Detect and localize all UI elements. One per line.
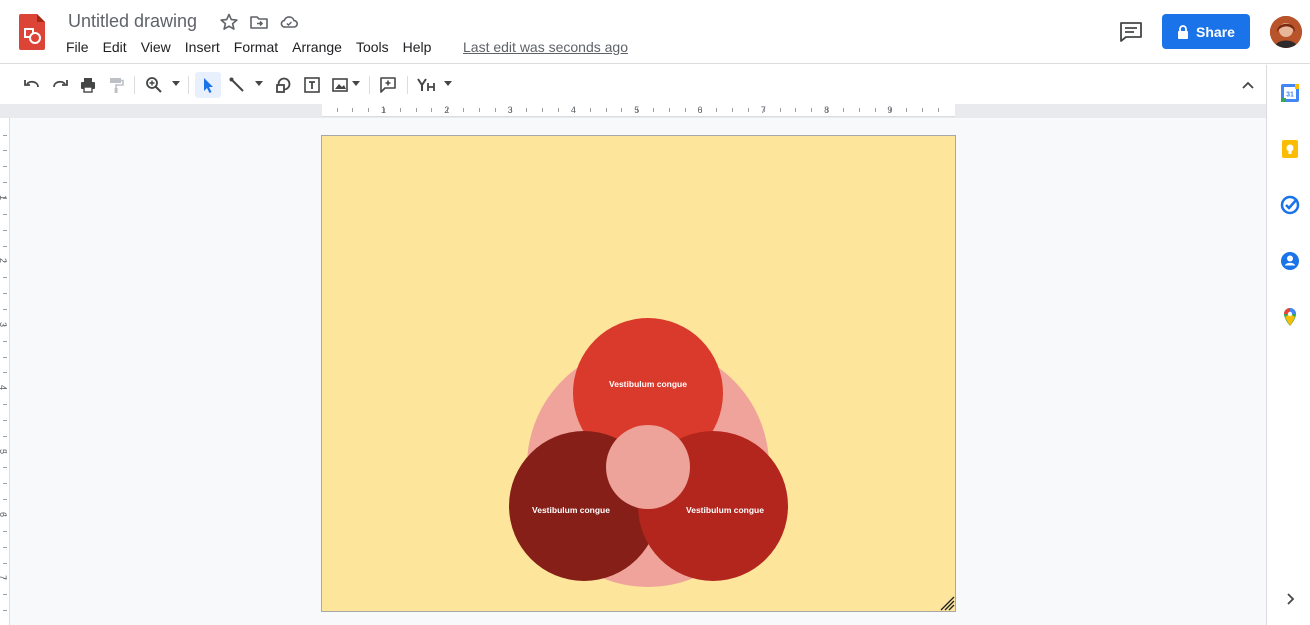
toolbar-separator: [407, 76, 408, 94]
vertical-ruler[interactable]: 1 2 3 4 5 6 7: [0, 118, 10, 625]
ruler-number: 6: [697, 105, 703, 115]
text-box-icon: [304, 77, 320, 93]
ruler-corner: [0, 104, 10, 118]
venn-center-circle[interactable]: [606, 425, 690, 509]
ruler-number: 8: [824, 105, 830, 115]
ruler-number: 5: [634, 105, 640, 115]
menu-help[interactable]: Help: [396, 38, 439, 58]
drawing-page[interactable]: Vestibulum congue Vestibulum congue Vest…: [321, 135, 956, 612]
ruler-number: 9: [887, 105, 893, 115]
venn-diagram: Vestibulum congue Vestibulum congue Vest…: [509, 318, 788, 587]
comment-history-icon[interactable]: [1118, 20, 1144, 44]
document-title[interactable]: Untitled drawing: [68, 11, 197, 32]
undo-icon: [24, 80, 39, 88]
line-dropdown-caret[interactable]: [255, 81, 263, 86]
ruler-number: 3: [507, 105, 513, 115]
move-folder-icon[interactable]: [249, 12, 269, 32]
print-button[interactable]: [76, 72, 100, 98]
select-tool-button[interactable]: [195, 72, 221, 98]
keep-icon[interactable]: [1280, 139, 1300, 159]
ruler-number: 4: [0, 385, 8, 390]
tasks-icon[interactable]: [1280, 195, 1300, 215]
header: Untitled drawing File Edit View Insert F…: [0, 0, 1310, 64]
ruler-number: 5: [0, 449, 8, 454]
menu-file[interactable]: File: [59, 38, 96, 58]
redo-button[interactable]: [48, 72, 72, 98]
collapse-icon: [1242, 81, 1254, 89]
line-tool-button[interactable]: [225, 72, 249, 98]
redo-icon: [53, 80, 68, 88]
share-label: Share: [1196, 23, 1235, 40]
paint-format-button[interactable]: [104, 72, 128, 98]
undo-button[interactable]: [20, 72, 44, 98]
horizontal-ruler[interactable]: 1 2 3 4 5 6 7 8 9: [322, 104, 955, 117]
ruler-number: 1: [381, 105, 387, 115]
contacts-icon[interactable]: [1280, 251, 1300, 271]
print-icon: [81, 78, 95, 93]
select-icon: [204, 78, 213, 93]
drawings-logo-icon[interactable]: [19, 14, 45, 50]
cloud-saved-icon[interactable]: [279, 12, 299, 32]
image-icon: [332, 78, 348, 92]
toolbar-separator: [188, 76, 189, 94]
menu-view[interactable]: View: [134, 38, 178, 58]
user-photo-icon: [1270, 16, 1302, 48]
ruler-number: 1: [0, 195, 8, 200]
maps-icon[interactable]: [1280, 307, 1300, 327]
avatar[interactable]: [1270, 16, 1302, 48]
venn-label-top: Vestibulum congue: [609, 379, 687, 389]
ruler-number: 3: [0, 322, 8, 327]
svg-text:31: 31: [1286, 92, 1294, 99]
app-window: Untitled drawing File Edit View Insert F…: [0, 0, 1310, 625]
add-comment-icon: [380, 77, 396, 93]
ruler-number: 6: [0, 512, 8, 517]
menu-bar: File Edit View Insert Format Arrange Too…: [59, 38, 438, 58]
word-art-button[interactable]: [414, 72, 440, 98]
ruler-number: 7: [760, 105, 766, 115]
collapse-toolbar-button[interactable]: [1236, 72, 1260, 98]
shape-icon: [276, 77, 291, 93]
toolbar-separator: [369, 76, 370, 94]
image-dropdown-caret[interactable]: [352, 81, 360, 86]
line-icon: [229, 77, 244, 92]
menu-edit[interactable]: Edit: [96, 38, 134, 58]
venn-label-right: Vestibulum congue: [686, 505, 764, 515]
zoom-dropdown-caret[interactable]: [172, 81, 180, 86]
zoom-icon: [146, 77, 162, 93]
ruler-number: 4: [570, 105, 576, 115]
star-icon[interactable]: [219, 12, 239, 32]
last-edit-link[interactable]: Last edit was seconds ago: [463, 39, 628, 55]
ruler-number: 7: [0, 575, 8, 580]
menu-tools[interactable]: Tools: [349, 38, 396, 58]
word-art-icon: [417, 78, 435, 91]
menu-format[interactable]: Format: [227, 38, 285, 58]
paint-format-icon: [110, 78, 124, 93]
expand-side-panel-icon[interactable]: [1280, 589, 1300, 609]
image-button[interactable]: [328, 72, 352, 98]
shape-tool-button[interactable]: [271, 72, 295, 98]
share-button[interactable]: Share: [1162, 14, 1250, 49]
ruler-number: 2: [0, 258, 8, 263]
menu-arrange[interactable]: Arrange: [285, 38, 349, 58]
zoom-button[interactable]: [142, 72, 166, 98]
toolbar-separator: [134, 76, 135, 94]
ruler-number: 2: [444, 105, 450, 115]
venn-label-left: Vestibulum congue: [532, 505, 610, 515]
side-panel: 31: [1266, 65, 1310, 625]
lock-icon: [1178, 24, 1189, 39]
calendar-icon[interactable]: 31: [1280, 83, 1300, 103]
add-comment-button[interactable]: [376, 72, 400, 98]
toolbar: [0, 65, 1266, 104]
word-art-dropdown-caret[interactable]: [444, 81, 452, 86]
text-box-button[interactable]: [300, 72, 324, 98]
menu-insert[interactable]: Insert: [178, 38, 227, 58]
page-resize-handle[interactable]: [938, 594, 955, 611]
